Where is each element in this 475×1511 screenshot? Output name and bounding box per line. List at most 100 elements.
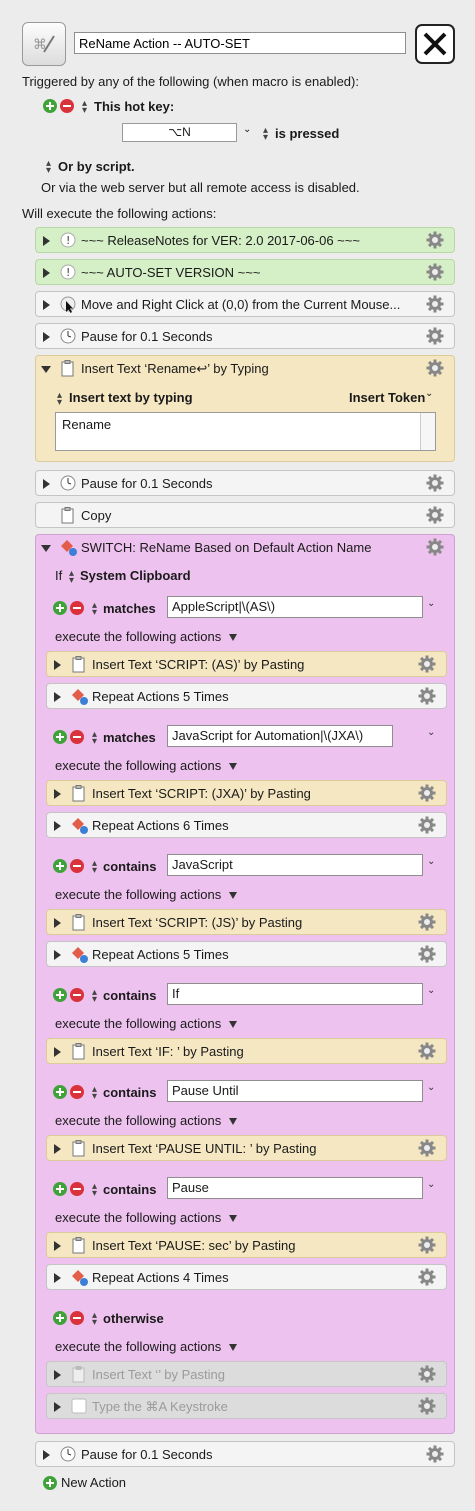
add-case-icon[interactable]	[53, 1085, 67, 1099]
disclosure-triangle-icon[interactable]	[43, 236, 50, 246]
disclosure-triangle-icon[interactable]	[54, 1144, 61, 1154]
gear-icon[interactable]	[418, 1139, 436, 1157]
add-trigger-icon[interactable]	[43, 99, 57, 113]
add-case-icon[interactable]	[53, 859, 67, 873]
action-row[interactable]: ! ~~~ AUTO-SET VERSION ~~~	[35, 259, 455, 285]
chevron-down-icon[interactable]: ⌄	[243, 124, 251, 135]
updown-icon[interactable]: ▴ ▾	[82, 99, 87, 116]
chevron-down-icon[interactable]: ⌄	[427, 1179, 435, 1190]
case-value-field[interactable]: If	[167, 983, 423, 1005]
chevron-down-icon[interactable]: ⌄	[427, 985, 435, 996]
case-value-field[interactable]: JavaScript for Automation|\(JXA\)	[167, 725, 393, 747]
gear-icon[interactable]	[418, 1042, 436, 1060]
add-case-icon[interactable]	[53, 988, 67, 1002]
disclosure-triangle-icon[interactable]	[54, 1273, 61, 1283]
new-action-button[interactable]: New Action	[61, 1475, 126, 1490]
case-action-row[interactable]: Repeat Actions 5 Times	[46, 941, 447, 967]
insert-token-menu[interactable]: Insert Token	[349, 390, 425, 405]
gear-icon[interactable]	[426, 506, 444, 524]
case-action-row[interactable]: Repeat Actions 6 Times	[46, 812, 447, 838]
disclosure-triangle-icon[interactable]	[54, 918, 61, 928]
updown-icon[interactable]: ▴ ▾	[92, 1182, 97, 1199]
remove-case-icon[interactable]	[70, 859, 84, 873]
text-area[interactable]: Rename	[55, 412, 436, 451]
triangle-down-icon[interactable]	[229, 763, 238, 771]
new-action-icon[interactable]	[43, 1476, 57, 1490]
disclosure-triangle-icon[interactable]	[43, 300, 50, 310]
gear-icon[interactable]	[418, 784, 436, 802]
gear-icon[interactable]	[426, 538, 444, 556]
remove-case-icon[interactable]	[70, 730, 84, 744]
disclosure-triangle-icon[interactable]	[43, 332, 50, 342]
disclosure-triangle-icon[interactable]	[54, 1402, 61, 1412]
gear-icon[interactable]	[426, 359, 444, 377]
scrollbar[interactable]	[420, 413, 435, 450]
case-operator-select[interactable]: matches	[103, 601, 156, 616]
case-action-row[interactable]: Insert Text ‘SCRIPT: (AS)’ by Pasting	[46, 651, 447, 677]
disclosure-triangle-icon[interactable]	[54, 821, 61, 831]
disclosure-triangle-icon[interactable]	[54, 660, 61, 670]
case-value-field[interactable]: AppleScript|\(AS\)	[167, 596, 423, 618]
disclosure-triangle-icon[interactable]	[43, 479, 50, 489]
macro-icon[interactable]: ⌘	[22, 22, 66, 66]
updown-icon[interactable]: ▴ ▾	[92, 859, 97, 876]
add-case-icon[interactable]	[53, 1182, 67, 1196]
gear-icon[interactable]	[426, 295, 444, 313]
gear-icon[interactable]	[418, 655, 436, 673]
case-action-row[interactable]: Repeat Actions 5 Times	[46, 683, 447, 709]
case-action-row[interactable]: Insert Text ‘SCRIPT: (JS)’ by Pasting	[46, 909, 447, 935]
disclosure-triangle-icon[interactable]	[54, 1370, 61, 1380]
case-operator-select[interactable]: matches	[103, 730, 156, 745]
close-button[interactable]	[415, 24, 455, 64]
disclosure-triangle-icon[interactable]	[54, 692, 61, 702]
triangle-down-icon[interactable]	[229, 1118, 238, 1126]
gear-icon[interactable]	[418, 1236, 436, 1254]
chevron-down-icon[interactable]: ⌄	[427, 1082, 435, 1093]
remove-case-icon[interactable]	[70, 1311, 84, 1325]
case-action-row[interactable]: Insert Text ‘’ by Pasting	[46, 1361, 447, 1387]
case-action-row[interactable]: Insert Text ‘IF: ’ by Pasting	[46, 1038, 447, 1064]
action-row[interactable]: Move and Right Click at (0,0) from the C…	[35, 291, 455, 317]
case-operator-select[interactable]: contains	[103, 859, 156, 874]
repeat-gear-icon[interactable]	[418, 687, 436, 705]
disclosure-triangle-icon[interactable]	[54, 950, 61, 960]
case-action-row[interactable]: Insert Text ‘SCRIPT: (JXA)’ by Pasting	[46, 780, 447, 806]
case-operator-select[interactable]: contains	[103, 988, 156, 1003]
repeat-gear-icon[interactable]	[418, 816, 436, 834]
chevron-down-icon[interactable]: ⌄	[427, 856, 435, 867]
action-row[interactable]: ! ~~~ ReleaseNotes for VER: 2.0 2017-06-…	[35, 227, 455, 253]
gear-icon[interactable]	[418, 913, 436, 931]
case-action-row[interactable]: Repeat Actions 4 Times	[46, 1264, 447, 1290]
case-operator-select[interactable]: contains	[103, 1085, 156, 1100]
gear-icon[interactable]	[426, 474, 444, 492]
case-operator-select[interactable]: otherwise	[103, 1311, 164, 1326]
disclosure-triangle-icon[interactable]	[43, 1450, 50, 1460]
hotkey-state-select[interactable]: is pressed	[275, 126, 339, 141]
action-row-expanded[interactable]: Insert Text ‘Rename↩’ by Typing	[35, 355, 455, 381]
case-action-row[interactable]: Insert Text ‘PAUSE: sec’ by Pasting	[46, 1232, 447, 1258]
triangle-down-icon[interactable]	[229, 634, 238, 642]
add-case-icon[interactable]	[53, 730, 67, 744]
remove-case-icon[interactable]	[70, 988, 84, 1002]
chevron-down-icon[interactable]: ⌄	[427, 598, 435, 609]
updown-icon[interactable]: ▴ ▾	[46, 159, 51, 176]
updown-icon[interactable]: ▴ ▾	[92, 988, 97, 1005]
insert-mode-select[interactable]: Insert text by typing	[69, 390, 193, 405]
updown-icon[interactable]: ▴ ▾	[57, 391, 62, 408]
chevron-down-icon[interactable]: ⌄	[427, 727, 435, 738]
case-value-field[interactable]: JavaScript	[167, 854, 423, 876]
macro-name-input[interactable]	[74, 32, 406, 54]
case-action-row[interactable]: Insert Text ‘PAUSE UNTIL: ’ by Pasting	[46, 1135, 447, 1161]
action-row[interactable]: Pause for 0.1 Seconds	[35, 323, 455, 349]
action-row[interactable]: Pause for 0.1 Seconds	[35, 470, 455, 496]
chevron-down-icon[interactable]: ⌄	[425, 388, 433, 399]
hotkey-field[interactable]: ⌥N	[122, 123, 237, 142]
disclosure-triangle-icon[interactable]	[54, 1241, 61, 1251]
gear-icon[interactable]	[426, 231, 444, 249]
remove-trigger-icon[interactable]	[60, 99, 74, 113]
triangle-down-icon[interactable]	[229, 892, 238, 900]
remove-case-icon[interactable]	[70, 601, 84, 615]
updown-icon[interactable]: ▴ ▾	[92, 1085, 97, 1102]
disclosure-triangle-icon[interactable]	[43, 268, 50, 278]
script-trigger-label[interactable]: Or by script.	[58, 159, 135, 174]
